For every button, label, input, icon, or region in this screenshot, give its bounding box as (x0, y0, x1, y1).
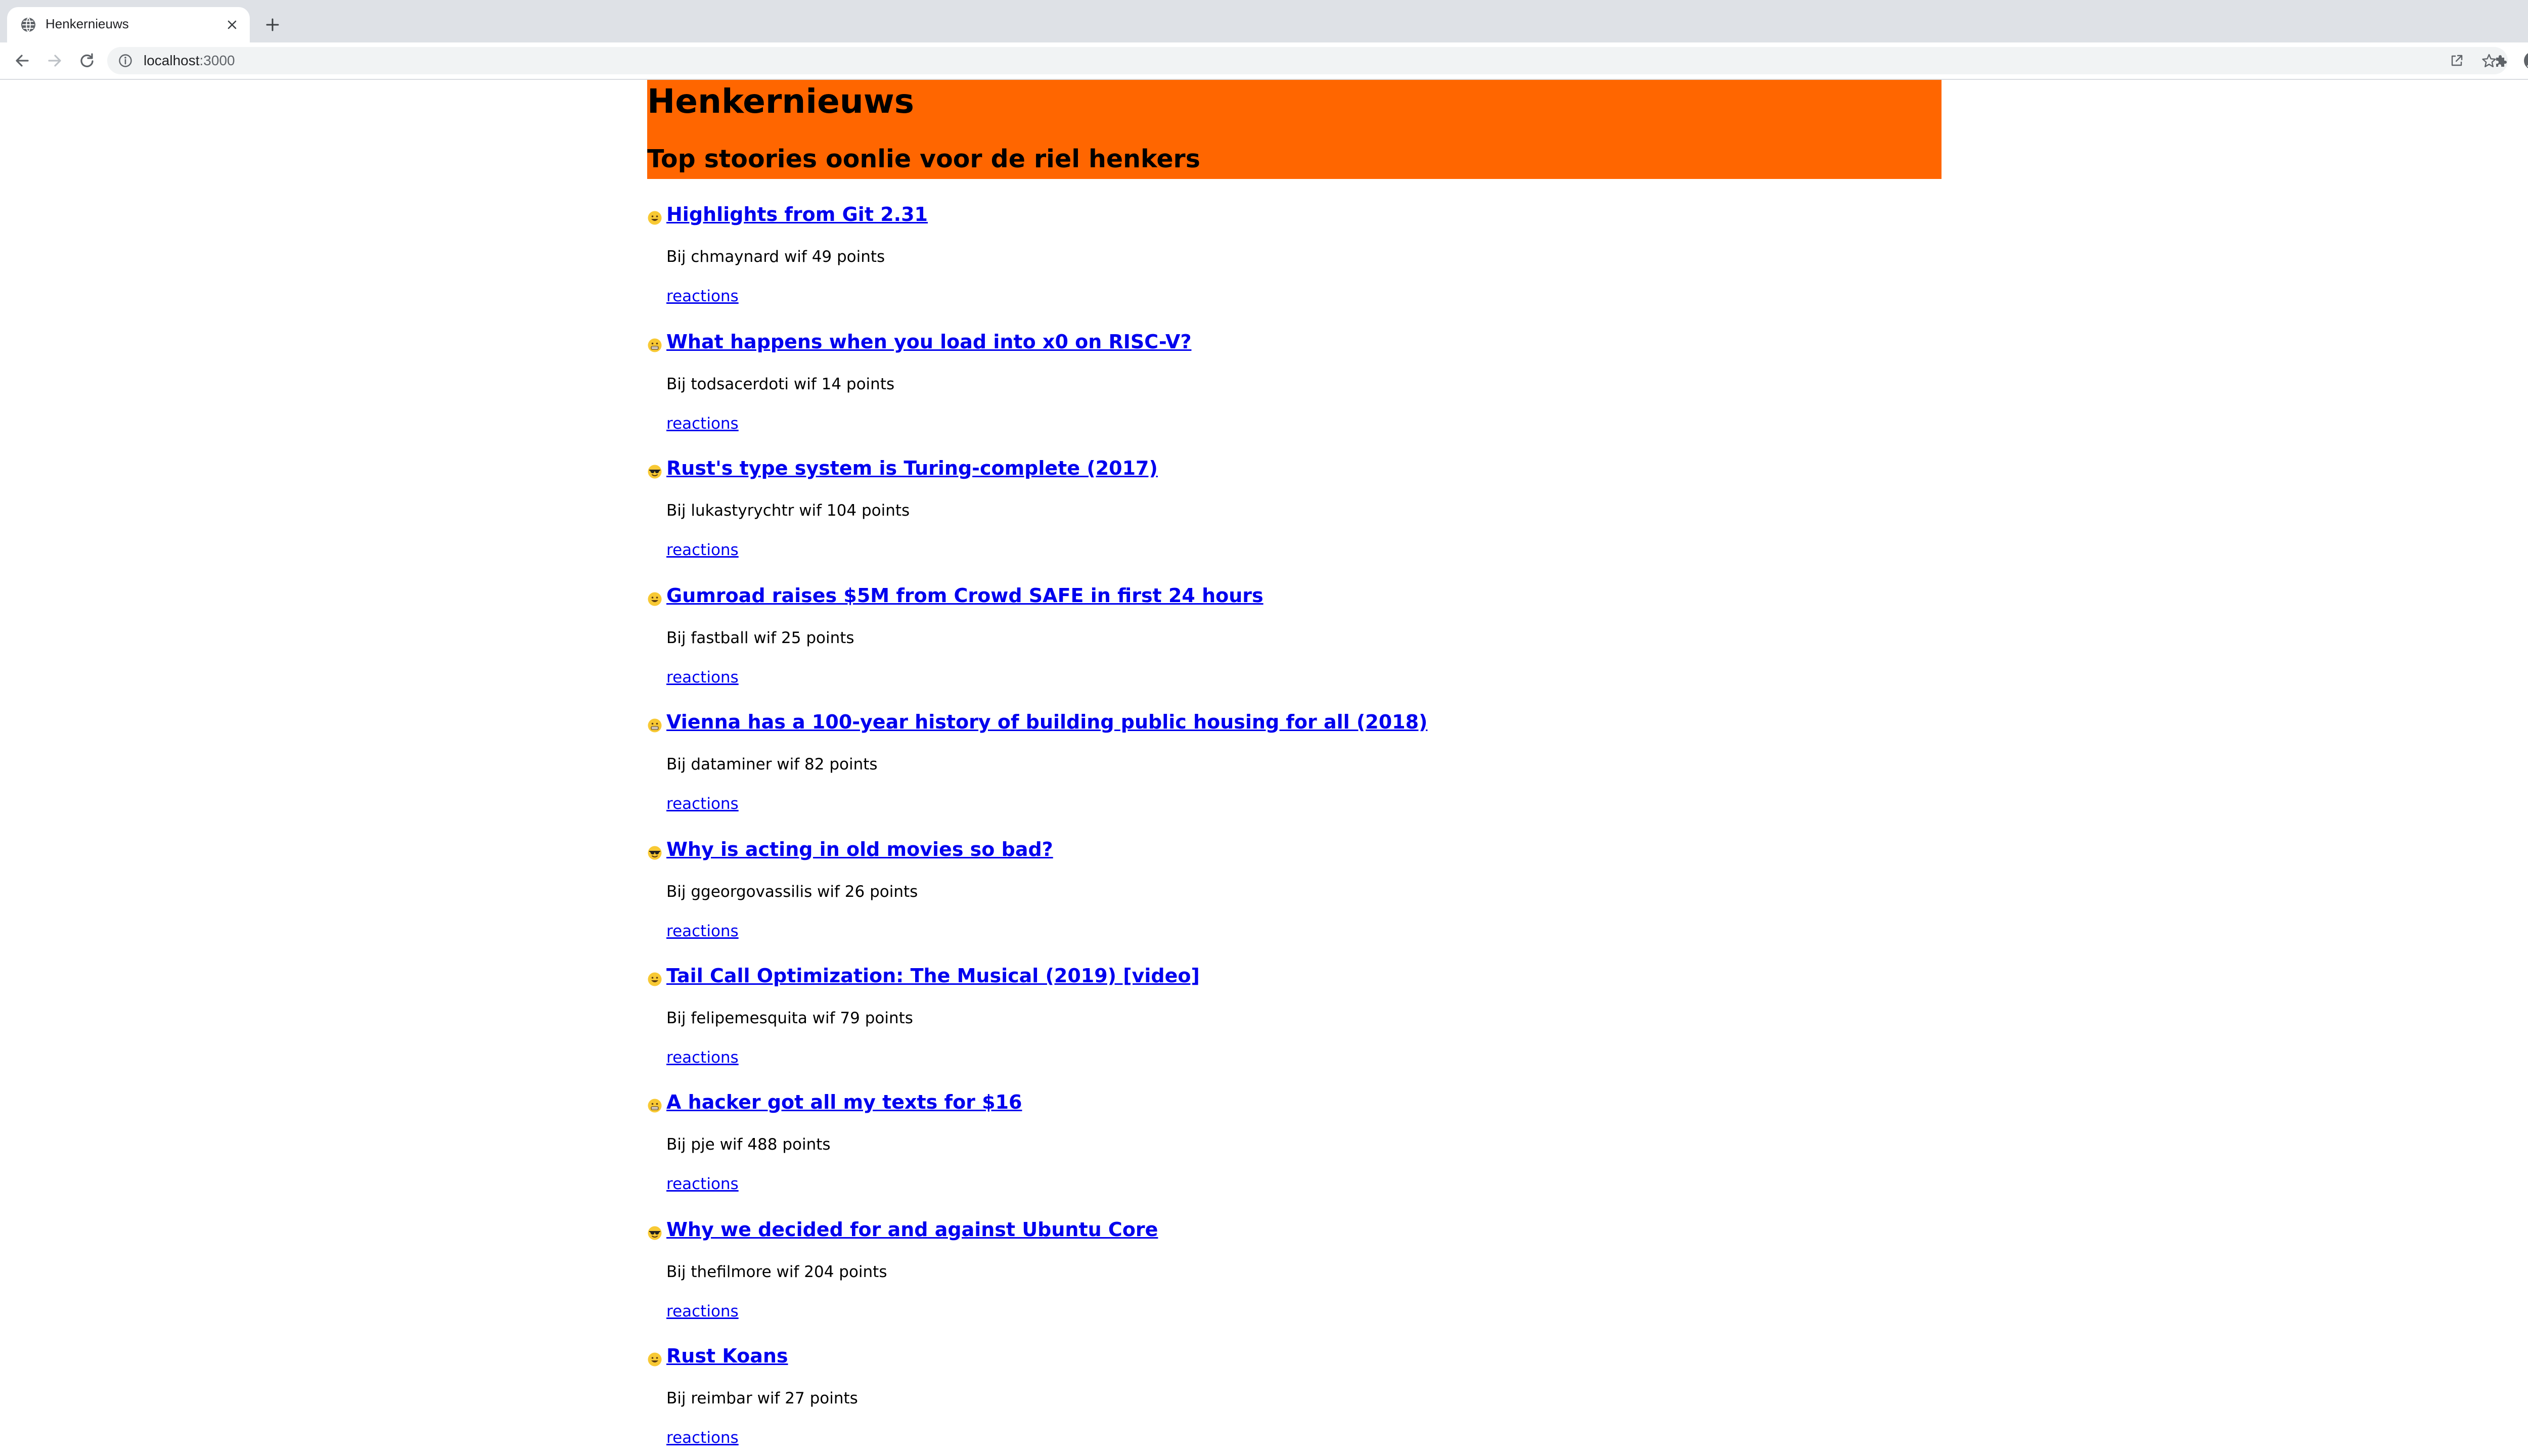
story-meta: Bij reimbar wif 27 points (666, 1389, 858, 1407)
url-text[interactable]: localhost:3000 (144, 53, 235, 69)
tab-close-button[interactable] (223, 16, 241, 33)
open-in-app-button[interactable] (2446, 50, 2467, 71)
story-reactions-link[interactable]: reactions (666, 1049, 739, 1067)
url-port: :3000 (199, 53, 235, 68)
story-meta: Bij todsacerdoti wif 14 points (666, 375, 895, 393)
puzzle-icon (2496, 55, 2507, 67)
sunglasses-emoji-icon (648, 1226, 662, 1240)
site-header: Henkernieuws Top stoories oonlie voor de… (647, 80, 1942, 179)
story-item: Highlights from Git 2.31 Bij chmaynard w… (647, 203, 1942, 330)
reload-icon (80, 53, 94, 67)
browser-tabstrip: Henkernieuws (0, 0, 2528, 42)
back-button[interactable] (11, 50, 33, 72)
story-item: What happens when you load into x0 on RI… (647, 331, 1942, 457)
story-item: A hacker got all my texts for $16 Bij pj… (647, 1091, 1942, 1217)
story-title-link[interactable]: Rust's type system is Turing-complete (2… (666, 457, 1158, 479)
story-reactions-link[interactable]: reactions (666, 922, 739, 940)
url-host: localhost (144, 53, 200, 68)
story-title-link[interactable]: Why we decided for and against Ubuntu Co… (666, 1218, 1158, 1241)
story-item: Gumroad raises $5M from Crowd SAFE in fi… (647, 584, 1942, 711)
arrow-right-icon (48, 55, 61, 67)
story-item: Why we decided for and against Ubuntu Co… (647, 1218, 1942, 1345)
story-item: Tail Call Optimization: The Musical (201… (647, 965, 1942, 1091)
story-meta: Bij lukastyrychtr wif 104 points (666, 502, 910, 520)
sunglasses-emoji-icon (648, 846, 662, 860)
story-meta: Bij chmaynard wif 49 points (666, 248, 885, 266)
sunglasses-emoji-icon (648, 465, 662, 479)
story-item: Vienna has a 100-year history of buildin… (647, 711, 1942, 837)
profile-button[interactable] (2522, 50, 2528, 72)
arrow-left-icon (16, 55, 29, 67)
grin-emoji-icon (648, 211, 662, 225)
external-link-icon (2451, 55, 2463, 66)
tab-title: Henkernieuws (46, 16, 129, 31)
story-title-link[interactable]: Gumroad raises $5M from Crowd SAFE in fi… (666, 584, 1263, 607)
account-icon (2524, 53, 2528, 68)
story-title-link[interactable]: Highlights from Git 2.31 (666, 203, 928, 225)
close-icon (228, 20, 237, 29)
story-meta: Bij fastball wif 25 points (666, 629, 854, 647)
extensions-button[interactable] (2490, 50, 2512, 72)
story-meta: Bij ggeorgovassilis wif 26 points (666, 883, 918, 901)
plus-icon (266, 18, 279, 31)
browser-tab-active[interactable]: Henkernieuws (7, 7, 250, 42)
grin-emoji-icon (648, 592, 662, 606)
reload-button[interactable] (76, 50, 98, 72)
story-meta: Bij thefilmore wif 204 points (666, 1263, 887, 1281)
story-meta: Bij pje wif 488 points (666, 1135, 831, 1154)
story-reactions-link[interactable]: reactions (666, 1175, 739, 1193)
story-reactions-link[interactable]: reactions (666, 668, 739, 687)
story-item: Rust's type system is Turing-complete (2… (647, 457, 1942, 583)
story-reactions-link[interactable]: reactions (666, 541, 739, 559)
story-reactions-link[interactable]: reactions (666, 1302, 739, 1321)
site-title: Henkernieuws (647, 82, 915, 121)
grimace-emoji-icon (648, 718, 662, 733)
story-item: Why is acting in old movies so bad? Bij … (647, 838, 1942, 965)
browser-toolbar: localhost:3000 (0, 42, 2528, 80)
grin-emoji-icon (648, 972, 662, 986)
page-viewport: Henkernieuws Top stoories oonlie voor de… (0, 80, 2528, 1456)
story-item: Rust Koans Bij reimbar wif 27 points rea… (647, 1345, 1942, 1456)
address-bar[interactable]: localhost:3000 (107, 47, 2508, 74)
story-title-link[interactable]: Vienna has a 100-year history of buildin… (666, 711, 1427, 733)
info-icon[interactable] (118, 54, 132, 68)
story-reactions-link[interactable]: reactions (666, 415, 739, 433)
story-reactions-link[interactable]: reactions (666, 287, 739, 305)
story-title-link[interactable]: Rust Koans (666, 1345, 788, 1367)
story-title-link[interactable]: Why is acting in old movies so bad? (666, 838, 1053, 860)
story-title-link[interactable]: Tail Call Optimization: The Musical (201… (666, 965, 1200, 987)
story-title-link[interactable]: A hacker got all my texts for $16 (666, 1091, 1022, 1113)
story-reactions-link[interactable]: reactions (666, 1429, 739, 1447)
story-title-link[interactable]: What happens when you load into x0 on RI… (666, 331, 1192, 353)
grimace-emoji-icon (648, 1099, 662, 1113)
new-tab-button[interactable] (261, 13, 284, 36)
globe-icon (21, 17, 35, 32)
grin-emoji-icon (648, 1352, 662, 1367)
story-reactions-link[interactable]: reactions (666, 795, 739, 813)
grimace-emoji-icon (648, 338, 662, 352)
story-meta: Bij dataminer wif 82 points (666, 755, 878, 774)
forward-button[interactable] (43, 50, 66, 72)
site-subtitle: Top stoories oonlie voor de riel henkers (647, 145, 1200, 173)
story-meta: Bij felipemesquita wif 79 points (666, 1009, 913, 1027)
